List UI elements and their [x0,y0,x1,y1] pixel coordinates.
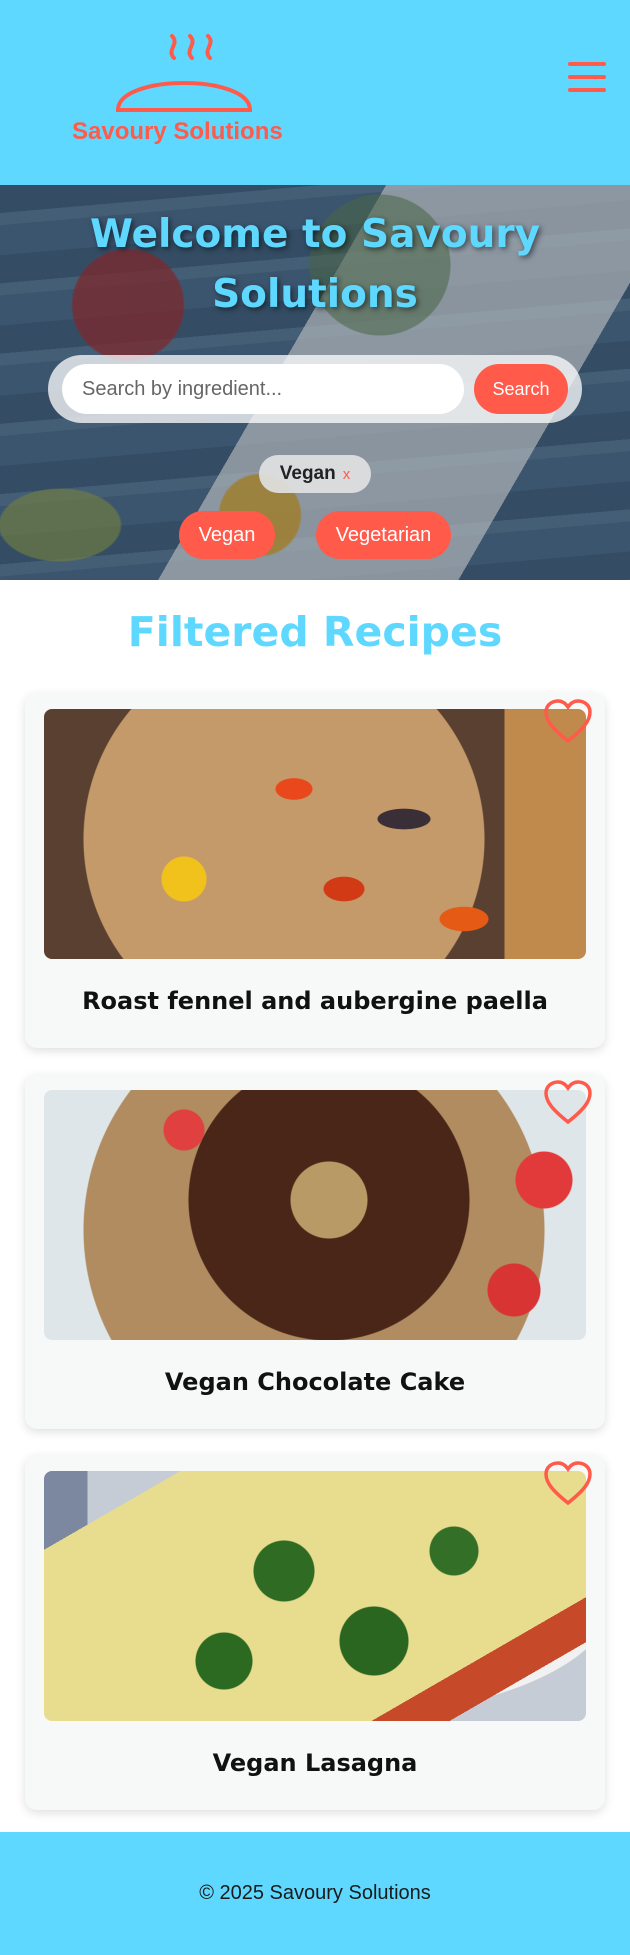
favorite-heart-icon[interactable] [543,699,593,745]
section-title: Filtered Recipes [127,608,503,656]
recipe-image[interactable] [44,1090,586,1340]
search-bar: Search [48,355,582,423]
site-header: Savoury Solutions [0,0,630,185]
recipe-title: Vegan Lasagna [212,1749,418,1777]
steaming-dish-icon [115,34,253,112]
search-button[interactable]: Search [474,364,568,414]
site-footer: © 2025 Savoury Solutions [0,1832,630,1955]
search-input[interactable] [62,364,464,414]
recipe-title: Roast fennel and aubergine paella [82,987,548,1015]
recipe-title: Vegan Chocolate Cake [164,1368,466,1396]
logo-text: Savoury Solutions [72,118,283,145]
recipe-card[interactable]: Vegan Lasagna [25,1455,605,1810]
hero-title: Welcome to Savoury Solutions [89,212,541,317]
chip-label: Vegan [279,463,336,484]
site-logo[interactable]: Savoury Solutions [68,34,298,149]
copyright-text: © 2025 Savoury Solutions [199,1882,431,1904]
active-filter-chip: Vegan x [259,455,371,493]
favorite-heart-icon[interactable] [543,1080,593,1126]
recipe-card[interactable]: Roast fennel and aubergine paella [25,693,605,1048]
filter-vegetarian-button[interactable]: Vegetarian [316,511,451,559]
menu-bar-icon [568,75,606,79]
favorite-heart-icon[interactable] [543,1461,593,1507]
remove-filter-icon[interactable]: x [343,466,351,483]
hero-banner: Welcome to Savoury Solutions Search Vega… [0,185,630,580]
menu-bar-icon [568,88,606,92]
recipe-image[interactable] [44,1471,586,1721]
recipe-card[interactable]: Vegan Chocolate Cake [25,1074,605,1429]
filter-vegan-button[interactable]: Vegan [179,511,275,559]
hamburger-menu-button[interactable] [568,62,606,94]
recipe-image[interactable] [44,709,586,959]
menu-bar-icon [568,62,606,66]
